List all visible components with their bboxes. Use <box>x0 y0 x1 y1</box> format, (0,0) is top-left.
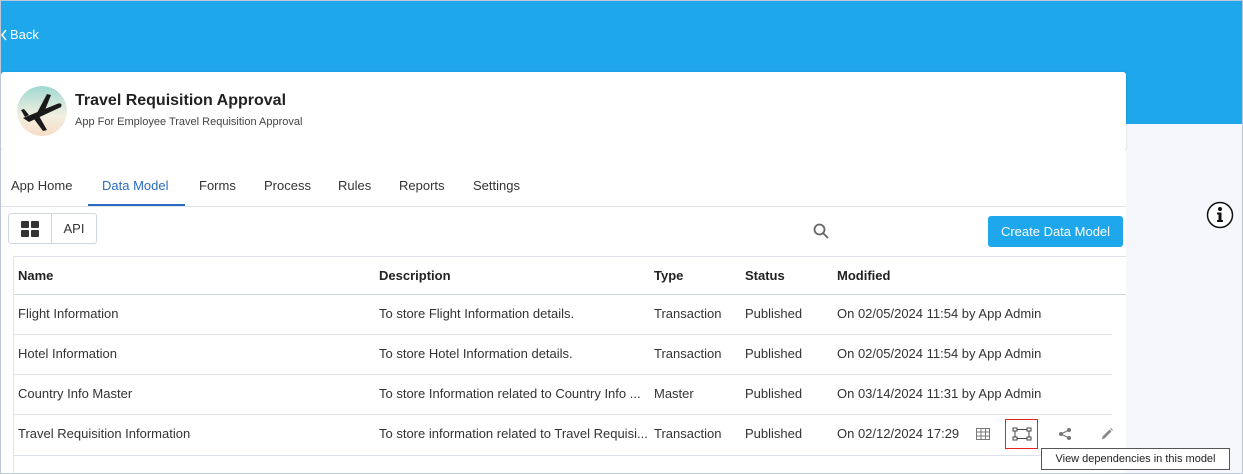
cell-name: Hotel Information <box>18 346 117 361</box>
grid-view-icon <box>21 220 39 237</box>
cell-type: Transaction <box>654 346 722 361</box>
cell-status: Published <box>745 426 803 441</box>
cell-status: Published <box>745 306 803 321</box>
column-header-description[interactable]: Description <box>379 268 451 283</box>
row-actions <box>970 418 1113 450</box>
grid-view-button[interactable] <box>9 214 52 243</box>
app-title: Travel Requisition Approval <box>75 92 287 109</box>
cell-modified: On 03/14/2024 11:31 by App Admin <box>837 386 1042 401</box>
cell-type: Master <box>654 386 694 401</box>
table-row[interactable]: Travel Requisition Information To store … <box>14 414 1113 456</box>
search-icon <box>813 223 829 239</box>
pencil-icon <box>1102 428 1113 439</box>
main-content: App Home Data Model Forms Process Rules … <box>1 150 1126 474</box>
cell-description: To store Flight Information details. <box>379 306 575 321</box>
dependencies-icon <box>1012 427 1031 441</box>
tab-forms[interactable]: Forms <box>199 178 236 193</box>
back-link[interactable]: Back <box>0 27 39 42</box>
tab-app-home[interactable]: App Home <box>11 178 72 193</box>
back-label[interactable]: Back <box>10 27 39 42</box>
tab-process[interactable]: Process <box>264 178 311 193</box>
view-toggle: API <box>8 213 97 244</box>
column-header-status[interactable]: Status <box>745 268 785 283</box>
chevron-left-icon <box>1 29 7 40</box>
share-button[interactable] <box>1052 421 1078 447</box>
cell-description: To store information related to Travel R… <box>379 426 648 441</box>
table-header: Name Description Type Status Modified <box>14 257 1126 295</box>
cell-status: Published <box>745 386 803 401</box>
tab-data-model[interactable]: Data Model <box>102 178 168 193</box>
app-header-card: Travel Requisition Approval App For Empl… <box>1 72 1126 150</box>
view-dependencies-button[interactable] <box>1005 419 1038 449</box>
cell-name: Travel Requisition Information <box>18 426 191 441</box>
cell-status: Published <box>745 346 803 361</box>
tab-rules[interactable]: Rules <box>338 178 371 193</box>
info-icon[interactable] <box>1206 201 1234 229</box>
column-header-modified[interactable]: Modified <box>837 268 890 283</box>
table-row[interactable]: Flight Information To store Flight Infor… <box>14 294 1112 335</box>
cell-name: Country Info Master <box>18 386 133 401</box>
api-view-button[interactable]: API <box>52 214 96 243</box>
column-header-type[interactable]: Type <box>654 268 683 283</box>
cell-name: Flight Information <box>18 306 119 321</box>
cell-modified: On 02/12/2024 17:29 <box>837 426 960 441</box>
cell-type: Transaction <box>654 306 722 321</box>
airplane-avatar-icon <box>17 86 67 136</box>
cell-description: To store Hotel Information details. <box>379 346 573 361</box>
tab-settings[interactable]: Settings <box>473 178 520 193</box>
edit-button[interactable] <box>1094 421 1120 447</box>
cell-modified: On 02/05/2024 11:54 by App Admin <box>837 306 1042 321</box>
data-model-table: Name Description Type Status Modified Fl… <box>13 256 1126 474</box>
table-icon <box>976 428 990 440</box>
tab-bar: App Home Data Model Forms Process Rules … <box>1 166 1126 207</box>
view-records-button[interactable] <box>970 421 996 447</box>
table-row[interactable]: Hotel Information To store Hotel Informa… <box>14 334 1112 375</box>
column-header-name[interactable]: Name <box>18 268 53 283</box>
cell-type: Transaction <box>654 426 722 441</box>
share-icon <box>1059 428 1071 440</box>
active-tab-indicator <box>88 204 185 206</box>
table-row[interactable]: Country Info Master To store Information… <box>14 374 1112 415</box>
dependencies-tooltip: View dependencies in this model <box>1041 448 1230 470</box>
cell-description: To store Information related to Country … <box>379 386 641 401</box>
cell-modified: On 02/05/2024 11:54 by App Admin <box>837 346 1042 361</box>
tab-reports[interactable]: Reports <box>399 178 445 193</box>
search-button[interactable] <box>809 219 833 243</box>
create-data-model-button[interactable]: Create Data Model <box>988 216 1123 247</box>
app-subtitle: App For Employee Travel Requisition Appr… <box>75 116 303 128</box>
